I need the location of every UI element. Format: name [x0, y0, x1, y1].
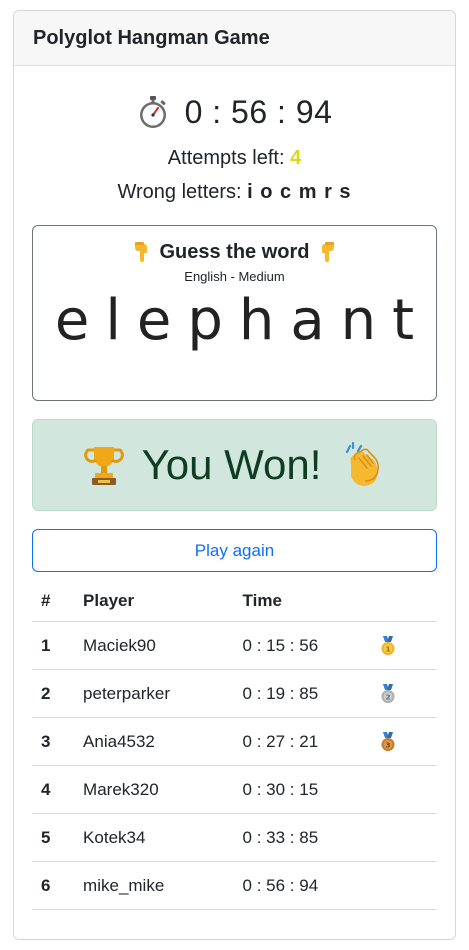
row-player: mike_mike: [82, 861, 242, 910]
pointing-down-hand-icon: [135, 242, 148, 262]
stopwatch-icon: [139, 96, 166, 128]
play-again-button[interactable]: Play again: [32, 529, 437, 572]
row-medal: 1: [377, 621, 437, 670]
trophy-icon: [83, 447, 124, 485]
wrong-letters-value: i o c m r s: [247, 181, 352, 203]
row-rank: 2: [32, 669, 83, 718]
card-body: 0 : 56 : 94 Attempts left: 4 Wrong lette…: [14, 92, 455, 910]
row-time: 0 : 27 : 21: [241, 717, 378, 766]
attempts-left: Attempts left: 4: [32, 144, 437, 172]
row-player: Kotek34: [82, 813, 242, 862]
word-language-level: English - Medium: [184, 269, 285, 284]
row-medal: [377, 765, 437, 814]
attempts-value: 4: [290, 147, 302, 169]
svg-text:3: 3: [385, 741, 390, 749]
silver-medal-icon: 2: [381, 683, 394, 703]
game-card: Polyglot Hangman Game 0 : 56 : 94 Attemp…: [13, 10, 456, 940]
card-header: Polyglot Hangman Game: [14, 11, 455, 66]
win-message: You Won!: [141, 441, 322, 488]
wrong-letters-label: Wrong letters:: [117, 181, 248, 203]
svg-text:1: 1: [385, 645, 390, 653]
row-medal: 3: [377, 717, 437, 766]
pointing-down-hand-icon: [321, 242, 334, 262]
gold-medal-icon: 1: [381, 635, 394, 655]
table-row: 1 Maciek90 0 : 15 : 56 1: [32, 621, 437, 670]
table-row: 3 Ania4532 0 : 27 : 21 3: [32, 717, 437, 766]
row-time: 0 : 56 : 94: [241, 861, 378, 910]
row-rank: 6: [32, 861, 83, 910]
timer: 0 : 56 : 94: [32, 92, 437, 132]
row-rank: 1: [32, 621, 83, 670]
column-header-time: Time: [241, 581, 378, 622]
row-time: 0 : 33 : 85: [241, 813, 378, 862]
win-banner: You Won!: [32, 419, 437, 511]
row-rank: 4: [32, 765, 83, 814]
row-player: peterparker: [82, 669, 242, 718]
column-header-medal: [377, 581, 437, 622]
attempts-label: Attempts left:: [167, 147, 291, 169]
timer-value: 0 : 56 : 94: [184, 93, 333, 130]
word-heading: Guess the word: [33, 237, 436, 267]
page-title: Polyglot Hangman Game: [33, 26, 270, 49]
table-row: 4 Marek320 0 : 30 : 15: [32, 765, 437, 814]
row-medal: [377, 861, 437, 910]
clapping-hands-icon: [346, 442, 380, 486]
leaderboard-header-row: # Player Time: [32, 581, 437, 622]
svg-text:2: 2: [385, 693, 390, 701]
column-header-rank: #: [32, 581, 83, 622]
word-heading-text: Guess the word: [159, 240, 310, 263]
row-time: 0 : 15 : 56: [241, 621, 378, 670]
row-rank: 5: [32, 813, 83, 862]
wrong-letters: Wrong letters: i o c m r s: [32, 178, 437, 206]
bronze-medal-icon: 3: [381, 731, 394, 751]
row-player: Marek320: [82, 765, 242, 814]
table-row: 6 mike_mike 0 : 56 : 94: [32, 861, 437, 910]
row-medal: [377, 813, 437, 862]
row-player: Ania4532: [82, 717, 242, 766]
guessed-word: elephant: [54, 288, 431, 353]
word-panel: Guess the word English - Medium elephant: [32, 225, 437, 401]
table-row: 2 peterparker 0 : 19 : 85 2: [32, 669, 437, 718]
row-time: 0 : 19 : 85: [241, 669, 378, 718]
column-header-player: Player: [82, 581, 242, 622]
row-time: 0 : 30 : 15: [241, 765, 378, 814]
leaderboard-table: # Player Time 1 Maciek90 0 : 15 : 56 1 2…: [32, 581, 437, 910]
table-row: 5 Kotek34 0 : 33 : 85: [32, 813, 437, 862]
row-medal: 2: [377, 669, 437, 718]
row-rank: 3: [32, 717, 83, 766]
row-player: Maciek90: [82, 621, 242, 670]
